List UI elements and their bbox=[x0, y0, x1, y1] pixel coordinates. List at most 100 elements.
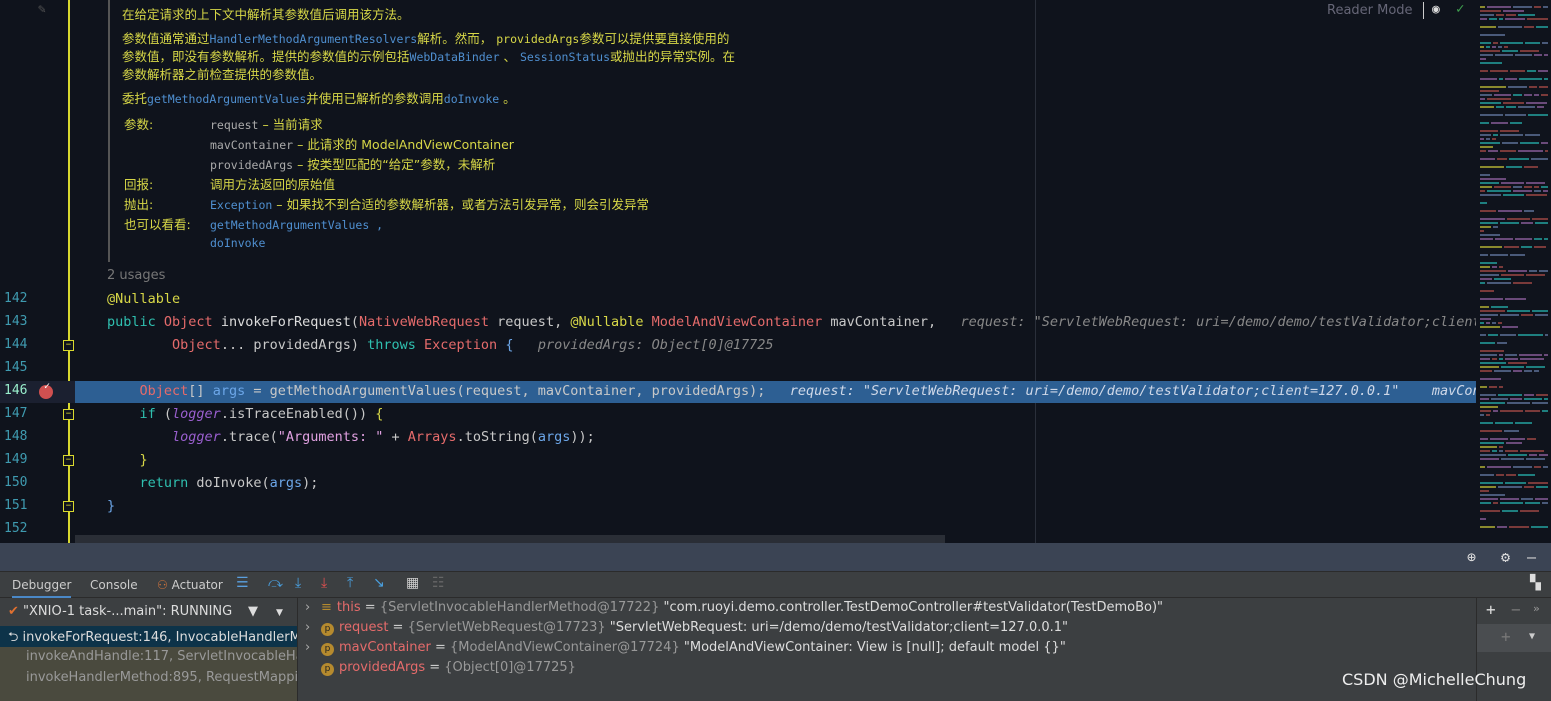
line-number: 143 bbox=[4, 314, 28, 329]
step-into-icon[interactable]: ⤓ bbox=[295, 575, 301, 591]
variable-row[interactable]: p providedArgs = {Object[0]@17725} bbox=[305, 660, 1476, 680]
minimap-line bbox=[1492, 358, 1497, 360]
minimap-line bbox=[1487, 6, 1511, 8]
doc-tags: 参数: request – 当前请求 mavContainer – 此请求的 Mo… bbox=[124, 117, 650, 250]
minimap-line bbox=[1480, 6, 1485, 8]
minimap-line bbox=[1489, 386, 1497, 388]
minimap-line bbox=[1480, 498, 1498, 500]
minimap-line bbox=[1480, 282, 1485, 284]
chevron-down-icon[interactable]: ▼ bbox=[1529, 631, 1535, 642]
minimap-line bbox=[1524, 94, 1532, 96]
minimap-line bbox=[1524, 398, 1542, 400]
minimap-line bbox=[1542, 410, 1548, 412]
minimap[interactable] bbox=[1476, 0, 1551, 543]
minimap-line bbox=[1480, 270, 1506, 272]
minimap-line bbox=[1515, 422, 1532, 424]
pencil-icon[interactable]: ✎ bbox=[38, 2, 46, 17]
fold-icon[interactable]: − bbox=[63, 455, 74, 466]
add-icon[interactable]: + bbox=[1486, 600, 1496, 619]
force-step-into-icon[interactable]: ⤓ bbox=[321, 575, 327, 591]
code-editor[interactable]: ✎ 在给定请求的上下文中解析其参数值后调用该方法。 参数值通常通过Handler… bbox=[0, 0, 1505, 543]
crosshair-icon[interactable]: ⊕ bbox=[1467, 548, 1476, 566]
check-icon[interactable]: ✓ bbox=[1456, 1, 1464, 17]
minimap-line bbox=[1509, 526, 1529, 528]
fold-icon[interactable]: − bbox=[63, 501, 74, 512]
minimap-line bbox=[1528, 482, 1548, 484]
eye-hidden-icon[interactable]: ◉ bbox=[1432, 2, 1440, 17]
minimap-line bbox=[1500, 502, 1523, 504]
gear-icon[interactable]: ⚙ bbox=[1501, 548, 1510, 566]
chevron-right-icon[interactable]: › bbox=[305, 600, 321, 615]
doc-link[interactable]: getMethodArgumentValues , bbox=[210, 218, 383, 232]
doc-link[interactable]: HandlerMethodArgumentResolvers bbox=[210, 32, 418, 46]
usages-link[interactable]: 2 usages bbox=[107, 268, 165, 283]
doc-link[interactable]: getMethodArgumentValues bbox=[147, 92, 306, 106]
doc-link[interactable]: Exception bbox=[210, 198, 272, 212]
minimap-line bbox=[1538, 70, 1548, 72]
minimap-line bbox=[1492, 266, 1497, 268]
doc-link[interactable]: doInvoke bbox=[210, 236, 265, 250]
minimap-line bbox=[1480, 290, 1494, 292]
minimap-line bbox=[1480, 70, 1488, 72]
stack-frame[interactable]: ⮌ invokeForRequest:146, InvocableHandler… bbox=[0, 626, 297, 647]
doc-link[interactable]: doInvoke bbox=[444, 92, 499, 106]
stack-frame[interactable]: invokeAndHandle:117, ServletInvocableHan… bbox=[0, 647, 297, 668]
code-line: } bbox=[139, 452, 148, 468]
minimap-line bbox=[1495, 238, 1513, 240]
minimap-line bbox=[1503, 102, 1524, 104]
minimap-line bbox=[1490, 438, 1508, 440]
minimize-icon[interactable]: — bbox=[1527, 548, 1536, 566]
splitter[interactable] bbox=[297, 598, 305, 701]
step-over-icon[interactable]: ⤼ bbox=[268, 575, 283, 591]
minimap-line bbox=[1480, 490, 1489, 492]
minimap-line bbox=[1535, 222, 1548, 224]
minimap-line bbox=[1518, 106, 1535, 108]
breakpoint-icon[interactable] bbox=[39, 381, 53, 399]
more-icon[interactable]: » bbox=[1533, 602, 1540, 615]
minimap-line bbox=[1526, 366, 1545, 368]
add-watch-icon[interactable]: + bbox=[1501, 627, 1511, 646]
variable-row[interactable]: › p request = {ServletWebRequest@17723} "S… bbox=[305, 620, 1476, 640]
layout-icon[interactable]: ▚ bbox=[1530, 575, 1541, 591]
minimap-line bbox=[1480, 182, 1499, 184]
filter-icon: ▼ bbox=[248, 604, 258, 619]
chevron-right-icon[interactable]: › bbox=[305, 620, 321, 635]
reader-mode-button[interactable]: Reader Mode bbox=[1327, 3, 1413, 18]
fold-icon[interactable]: − bbox=[63, 409, 74, 420]
tab-actuator[interactable]: ⚇ Actuator bbox=[157, 578, 223, 592]
fold-icon[interactable]: − bbox=[63, 340, 74, 351]
minimap-line bbox=[1499, 78, 1503, 80]
stack-frame[interactable]: invokeHandlerMethod:895, RequestMappingH… bbox=[0, 668, 297, 689]
minimap-line bbox=[1544, 78, 1548, 80]
tab-console[interactable]: Console bbox=[90, 578, 138, 592]
step-out-icon[interactable]: ⤒ bbox=[347, 575, 353, 591]
minimap-line bbox=[1480, 246, 1502, 248]
doc-link[interactable]: SessionStatus bbox=[520, 50, 610, 64]
minimap-line bbox=[1493, 502, 1498, 504]
code-line: @Nullable bbox=[107, 291, 181, 307]
minimap-line bbox=[1480, 446, 1497, 448]
minimap-line bbox=[1480, 222, 1498, 224]
minimap-line bbox=[1505, 354, 1517, 356]
horizontal-scrollbar[interactable] bbox=[75, 535, 945, 543]
minimap-line bbox=[1480, 402, 1505, 404]
evaluate-expression-icon[interactable]: ▦ bbox=[406, 575, 419, 591]
doc-link[interactable]: WebDataBinder bbox=[410, 50, 500, 64]
minimap-line bbox=[1502, 142, 1518, 144]
run-to-cursor-icon[interactable]: ↘ bbox=[373, 575, 385, 591]
minimap-line bbox=[1487, 282, 1511, 284]
remove-icon[interactable]: − bbox=[1511, 600, 1521, 619]
minimap-line bbox=[1518, 14, 1535, 16]
variable-row[interactable]: › ≡ this = {ServletInvocableHandlerMethod@… bbox=[305, 600, 1476, 620]
tab-debugger[interactable]: Debugger bbox=[12, 578, 72, 599]
minimap-line bbox=[1509, 158, 1529, 160]
menu-icon[interactable]: ☰ bbox=[236, 575, 249, 591]
minimap-line bbox=[1499, 18, 1503, 20]
chevron-right-icon[interactable]: › bbox=[305, 640, 321, 655]
thread-selector[interactable]: ✔ "XNIO-1 task-...main": RUNNING ▼ ▼ bbox=[0, 598, 297, 626]
minimap-line bbox=[1531, 158, 1548, 160]
line-number: 144 bbox=[4, 337, 28, 352]
variable-row[interactable]: › p mavContainer = {ModelAndViewContainer@… bbox=[305, 640, 1476, 660]
minimap-line bbox=[1510, 438, 1525, 440]
parameter-icon: p bbox=[321, 623, 334, 636]
